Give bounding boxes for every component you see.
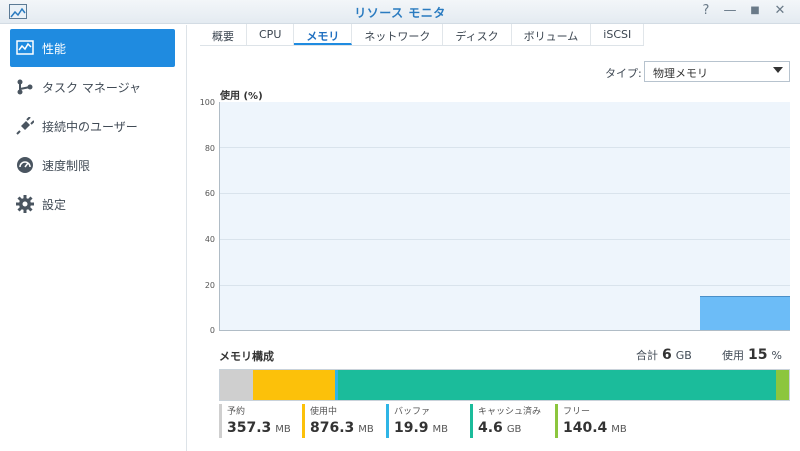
y-tick-label: 80 <box>204 144 215 153</box>
legend-unit: MB <box>432 424 449 435</box>
y-tick-label: 60 <box>204 189 215 198</box>
y-tick-label: 100 <box>199 98 215 107</box>
sidebar-item-label: 接続中のユーザー <box>42 119 138 134</box>
y-tick-label: 20 <box>204 281 215 290</box>
type-select[interactable]: 物理メモリ <box>644 61 790 82</box>
gridline <box>220 193 790 194</box>
tab-network[interactable]: ネットワーク <box>352 24 444 45</box>
chart-ylabel: 使用 (%) <box>220 91 263 102</box>
chevron-down-icon <box>773 67 783 73</box>
sidebar-item-label: 性能 <box>42 41 67 56</box>
type-select-value: 物理メモリ <box>653 67 708 80</box>
legend-unit: GB <box>506 424 522 435</box>
composition-segment <box>253 370 335 400</box>
legend-unit: MB <box>358 424 374 435</box>
legend-name: フリー <box>563 407 591 417</box>
composition-title: メモリ構成 <box>219 350 274 363</box>
y-tick-label: 40 <box>204 235 215 244</box>
tab-volume[interactable]: ボリューム <box>512 24 592 45</box>
sidebar-item-label: 設定 <box>42 197 67 212</box>
legend-buffer: バッファ 19.9 MB <box>386 404 448 438</box>
tab-memory[interactable]: メモリ <box>294 24 353 45</box>
legend-cached: キャッシュ済み 4.6 GB <box>470 404 541 438</box>
help-button[interactable]: ? <box>697 3 715 18</box>
composition-segment <box>220 370 254 400</box>
close-button[interactable]: ✕ <box>771 3 789 18</box>
usage-value: 15 <box>748 347 768 363</box>
y-tick-label: 0 <box>209 326 215 335</box>
memory-composition-bar <box>219 369 790 401</box>
minimize-button[interactable]: — <box>721 3 739 18</box>
tab-overview[interactable]: 概要 <box>200 24 247 45</box>
maximize-button[interactable]: ■ <box>746 5 764 16</box>
sidebar-item-label: タスク マネージャ <box>42 80 141 95</box>
sidebar-item-task-manager[interactable]: タスク マネージャ <box>10 68 175 106</box>
legend-value: 140.4 <box>563 420 608 436</box>
legend-value: 876.3 <box>310 420 355 436</box>
legend-value: 4.6 <box>478 420 503 436</box>
legend-in-use: 使用中 876.3 MB <box>302 404 374 438</box>
window-title: リソース モニタ <box>354 6 446 20</box>
tab-disk[interactable]: ディスク <box>443 24 512 45</box>
legend-name: 使用中 <box>310 407 338 417</box>
legend-value: 357.3 <box>227 420 272 436</box>
tab-cpu[interactable]: CPU <box>247 24 295 45</box>
sidebar-item-label: 速度制限 <box>42 158 91 173</box>
sidebar: 性能 タスク マネージャ 接続中のユーザー 速度制限 設定 <box>0 25 187 451</box>
legend-name: バッファ <box>394 407 431 417</box>
type-label: タイプ: <box>605 67 642 80</box>
title-bar: リソース モニタ ? — ■ ✕ <box>0 0 800 24</box>
memory-usage-chart <box>219 102 790 331</box>
legend-reserved: 予約 357.3 MB <box>219 404 291 438</box>
legend-value: 19.9 <box>394 420 429 436</box>
legend-unit: MB <box>611 424 627 435</box>
composition-segment <box>337 370 776 400</box>
usage-unit: % <box>771 349 782 362</box>
performance-chart-icon <box>16 39 34 57</box>
usage-area <box>700 296 790 330</box>
composition-segment <box>775 370 789 400</box>
total-label: 合計 <box>636 349 658 362</box>
total-value: 6 <box>662 347 672 363</box>
gridline <box>220 285 790 286</box>
sidebar-item-settings[interactable]: 設定 <box>10 185 175 223</box>
tab-bar: 概要 CPU メモリ ネットワーク ディスク ボリューム iSCSI <box>200 24 645 46</box>
sidebar-item-speed-limit[interactable]: 速度制限 <box>10 146 175 184</box>
speed-limit-icon <box>16 156 34 174</box>
plug-icon <box>16 117 34 135</box>
usage-percent: 使用 15% <box>722 347 782 363</box>
legend-unit: MB <box>275 424 291 435</box>
legend-name: 予約 <box>227 407 246 417</box>
gear-icon <box>16 195 34 213</box>
total-unit: GB <box>675 349 692 362</box>
gridline <box>220 239 790 240</box>
tab-iscsi[interactable]: iSCSI <box>591 24 645 45</box>
gridline <box>220 147 790 148</box>
legend-free: フリー 140.4 MB <box>555 404 627 438</box>
total-memory: 合計 6 GB <box>636 347 692 363</box>
sidebar-item-performance[interactable]: 性能 <box>10 29 175 67</box>
legend-name: キャッシュ済み <box>478 407 542 417</box>
usage-label: 使用 <box>722 349 744 362</box>
task-manager-icon <box>16 78 34 96</box>
sidebar-item-connected-users[interactable]: 接続中のユーザー <box>10 107 175 145</box>
